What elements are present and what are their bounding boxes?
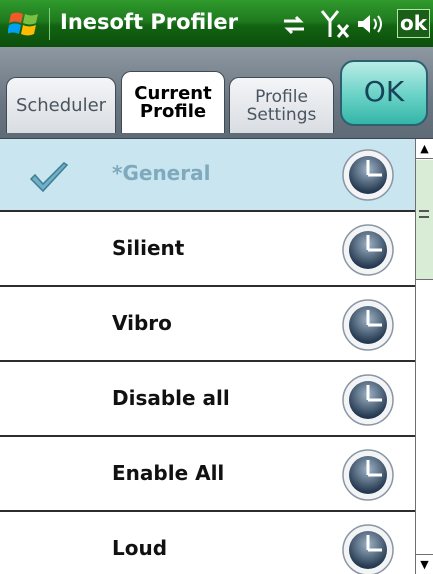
profile-row[interactable]: Vibro (0, 289, 415, 362)
sync-icon[interactable] (280, 13, 308, 37)
scroll-thumb[interactable] (416, 160, 433, 280)
windows-start-icon[interactable] (8, 8, 40, 40)
profile-list: *General Silient Vibro Disable all Enabl… (0, 139, 415, 574)
app-title: Inesoft Profiler (60, 10, 238, 34)
profile-row[interactable]: *General (0, 139, 415, 212)
profile-name: Silient (112, 236, 185, 260)
tab-scheduler[interactable]: Scheduler (6, 77, 116, 133)
profile-row[interactable]: Silient (0, 214, 415, 287)
scroll-grip-icon (419, 210, 429, 218)
tab-current-profile-label: Current Profile (134, 82, 212, 122)
schedule-clock-icon[interactable] (342, 374, 394, 426)
tab-scheduler-label: Scheduler (15, 94, 107, 116)
title-bar: Inesoft Profiler ok (0, 0, 433, 47)
ok-button[interactable]: OK (340, 60, 428, 126)
tab-profile-settings[interactable]: Profile Settings (229, 77, 334, 133)
profile-name: Disable all (112, 386, 230, 410)
scrollbar[interactable]: ▲ ▼ (415, 139, 433, 574)
checkmark-icon (29, 162, 69, 193)
schedule-clock-icon[interactable] (342, 224, 394, 276)
profile-name: *General (112, 161, 211, 185)
profile-name: Vibro (112, 311, 172, 335)
scroll-down-arrow[interactable]: ▼ (416, 554, 433, 574)
profile-row[interactable]: Enable All (0, 439, 415, 512)
profile-name: Loud (112, 536, 168, 560)
title-separator (49, 8, 50, 40)
scroll-up-arrow[interactable]: ▲ (416, 139, 433, 159)
volume-icon[interactable] (356, 12, 386, 36)
schedule-clock-icon[interactable] (342, 149, 394, 201)
profile-row[interactable]: Disable all (0, 364, 415, 437)
schedule-clock-icon[interactable] (342, 449, 394, 501)
profile-row[interactable]: Loud (0, 514, 415, 574)
schedule-clock-icon[interactable] (342, 524, 394, 574)
schedule-clock-icon[interactable] (342, 299, 394, 351)
tab-profile-settings-label: Profile Settings (246, 86, 317, 125)
signal-no-service-icon[interactable] (320, 9, 352, 39)
titlebar-ok-button[interactable]: ok (397, 9, 430, 38)
tab-current-profile[interactable]: Current Profile (121, 71, 225, 133)
profile-name: Enable All (112, 461, 225, 485)
